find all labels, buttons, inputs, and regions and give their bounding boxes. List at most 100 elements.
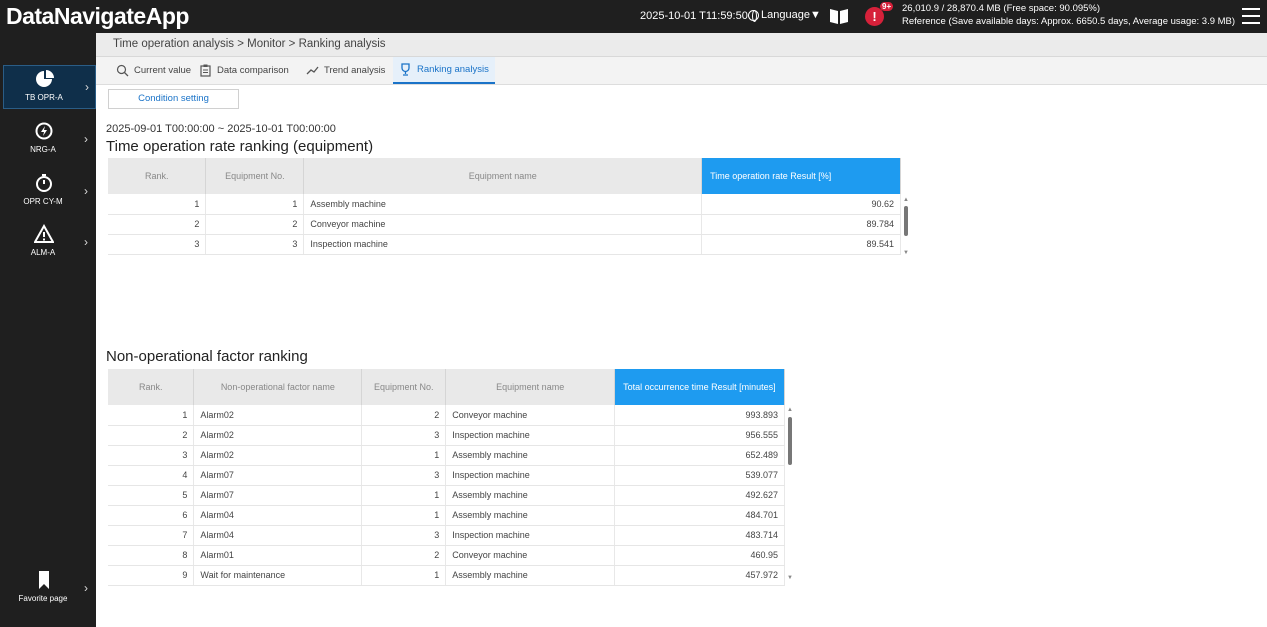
table-row[interactable]: 4 Alarm07 3 Inspection machine 539.077 (108, 465, 785, 486)
column-header-equipment-name[interactable]: Equipment name (303, 158, 703, 194)
table-cell: 3 (205, 234, 305, 255)
column-header-rank[interactable]: Rank. (108, 158, 207, 194)
scroll-up-icon[interactable]: ▲ (787, 407, 793, 413)
sidebar-item-alm-a[interactable]: ALM-A › (3, 221, 96, 265)
table-cell: 89.784 (701, 214, 901, 235)
table-row[interactable]: 2 2 Conveyor machine 89.784 (108, 214, 901, 235)
factor-ranking-title: Non-operational factor ranking (106, 348, 308, 365)
table-cell: 483.714 (614, 525, 785, 546)
equipment-ranking-table: Rank. Equipment No. Equipment name Time … (108, 158, 901, 255)
stopwatch-icon (36, 174, 52, 192)
table-cell: Alarm02 (193, 445, 363, 466)
scroll-up-icon[interactable]: ▲ (903, 197, 909, 203)
column-header-equipment-no[interactable]: Equipment No. (361, 369, 447, 405)
table-cell: Assembly machine (445, 565, 616, 586)
table-cell: 89.541 (701, 234, 901, 255)
table-cell: Alarm07 (193, 465, 363, 486)
equipment-ranking-title: Time operation rate ranking (equipment) (106, 138, 374, 155)
table-row[interactable]: 5 Alarm07 1 Assembly machine 492.627 (108, 485, 785, 506)
tab-label: Ranking analysis (417, 64, 489, 75)
table-row[interactable]: 9 Wait for maintenance 1 Assembly machine 45… (108, 565, 785, 586)
condition-setting-button[interactable]: Condition setting (108, 89, 239, 109)
table-cell: Alarm02 (193, 405, 363, 426)
table-cell: Alarm07 (193, 485, 363, 506)
scroll-down-icon[interactable]: ▼ (787, 575, 793, 581)
table-row[interactable]: 6 Alarm04 1 Assembly machine 484.701 (108, 505, 785, 526)
table-cell: Conveyor machine (445, 405, 616, 426)
table-cell: Alarm04 (193, 505, 363, 526)
table-cell: 457.972 (614, 565, 785, 586)
tab-ranking-analysis[interactable]: Ranking analysis (393, 57, 495, 84)
scrollbar-thumb[interactable] (788, 417, 792, 465)
storage-reference: Reference (Save available days: Approx. … (902, 16, 1236, 27)
top-bar: DataNavigateApp 2025-10-01 T11:59:50 Lan… (0, 0, 1267, 33)
tab-trend-analysis[interactable]: Trend analysis (300, 57, 391, 84)
chevron-right-icon: › (84, 581, 88, 595)
table-cell: 1 (108, 405, 195, 426)
sidebar-item-favorite-page[interactable]: Favorite page › (3, 567, 96, 611)
table-cell: Inspection machine (303, 234, 703, 255)
scroll-down-icon[interactable]: ▼ (903, 250, 909, 256)
table-cell: Inspection machine (445, 425, 616, 446)
bookmark-icon (39, 571, 49, 589)
sidebar-item-nrg-a[interactable]: NRG-A › (3, 118, 96, 162)
table-cell: Inspection machine (445, 525, 616, 546)
table-cell: 3 (361, 525, 447, 546)
hamburger-menu-icon[interactable] (1242, 8, 1260, 24)
tab-data-comparison[interactable]: Data comparison (193, 57, 295, 84)
table-cell: 1 (361, 565, 447, 586)
table-row[interactable]: 3 Alarm02 1 Assembly machine 652.489 (108, 445, 785, 466)
main-content: Time operation analysis > Monitor > Rank… (96, 33, 1267, 627)
alert-count-badge: 9+ (880, 2, 894, 11)
tab-label: Trend analysis (324, 65, 386, 76)
table-row[interactable]: 7 Alarm04 3 Inspection machine 483.714 (108, 525, 785, 546)
table-cell: 484.701 (614, 505, 785, 526)
sidebar-item-opr-cy-m[interactable]: OPR CY-M › (3, 170, 96, 214)
table-cell: 8 (108, 545, 195, 566)
column-header-equipment-name[interactable]: Equipment name (445, 369, 616, 405)
table-cell: 956.555 (614, 425, 785, 446)
table-header-row: Rank. Non-operational factor name Equipm… (108, 369, 785, 405)
sidebar-item-label: OPR CY-M (23, 197, 63, 206)
language-selector[interactable]: Language▼ (748, 9, 821, 22)
search-chart-icon (116, 64, 129, 77)
table-row[interactable]: 3 3 Inspection machine 89.541 (108, 234, 901, 255)
sidebar-item-tb-opr-a[interactable]: TB OPR-A › (3, 65, 96, 109)
column-header-factor-name[interactable]: Non-operational factor name (193, 369, 363, 405)
tab-current-value[interactable]: Current value (110, 57, 197, 84)
table-cell: 1 (108, 194, 207, 215)
column-header-operation-rate[interactable]: Time operation rate Result [%] (701, 158, 901, 194)
table-cell: Assembly machine (303, 194, 703, 215)
table-cell: Alarm04 (193, 525, 363, 546)
manual-book-icon[interactable] (829, 7, 849, 25)
table-cell: 3 (108, 445, 195, 466)
trend-icon (306, 66, 319, 75)
column-header-rank[interactable]: Rank. (108, 369, 195, 405)
table-row[interactable]: 1 1 Assembly machine 90.62 (108, 194, 901, 215)
table-row[interactable]: 8 Alarm01 2 Conveyor machine 460.95 (108, 545, 785, 566)
table-cell: 2 (361, 545, 447, 566)
factor-table-scrollbar[interactable]: ▲ ▼ (786, 407, 794, 582)
trophy-icon (401, 63, 410, 76)
table-header-row: Rank. Equipment No. Equipment name Time … (108, 158, 901, 194)
equipment-table-scrollbar[interactable]: ▲ ▼ (902, 197, 910, 257)
table-cell: 993.893 (614, 405, 785, 426)
table-cell: 492.627 (614, 485, 785, 506)
table-cell: 2 (205, 214, 305, 235)
tabs-bar: Current value Data comparison Trend anal… (96, 57, 1267, 85)
table-cell: Assembly machine (445, 505, 616, 526)
table-cell: 539.077 (614, 465, 785, 486)
chevron-right-icon: › (84, 235, 88, 249)
table-row[interactable]: 2 Alarm02 3 Inspection machine 956.555 (108, 425, 785, 446)
table-cell: 90.62 (701, 194, 901, 215)
table-cell: 3 (361, 465, 447, 486)
column-header-total-occurrence-time[interactable]: Total occurrence time Result [minutes] (614, 369, 785, 405)
chevron-right-icon: › (84, 132, 88, 146)
table-cell: 3 (361, 425, 447, 446)
table-cell: 2 (108, 425, 195, 446)
column-header-equipment-no[interactable]: Equipment No. (205, 158, 305, 194)
language-label: Language▼ (761, 9, 821, 21)
table-row[interactable]: 1 Alarm02 2 Conveyor machine 993.893 (108, 405, 785, 426)
sidebar-item-label: Favorite page (18, 594, 68, 603)
scrollbar-thumb[interactable] (904, 206, 908, 236)
